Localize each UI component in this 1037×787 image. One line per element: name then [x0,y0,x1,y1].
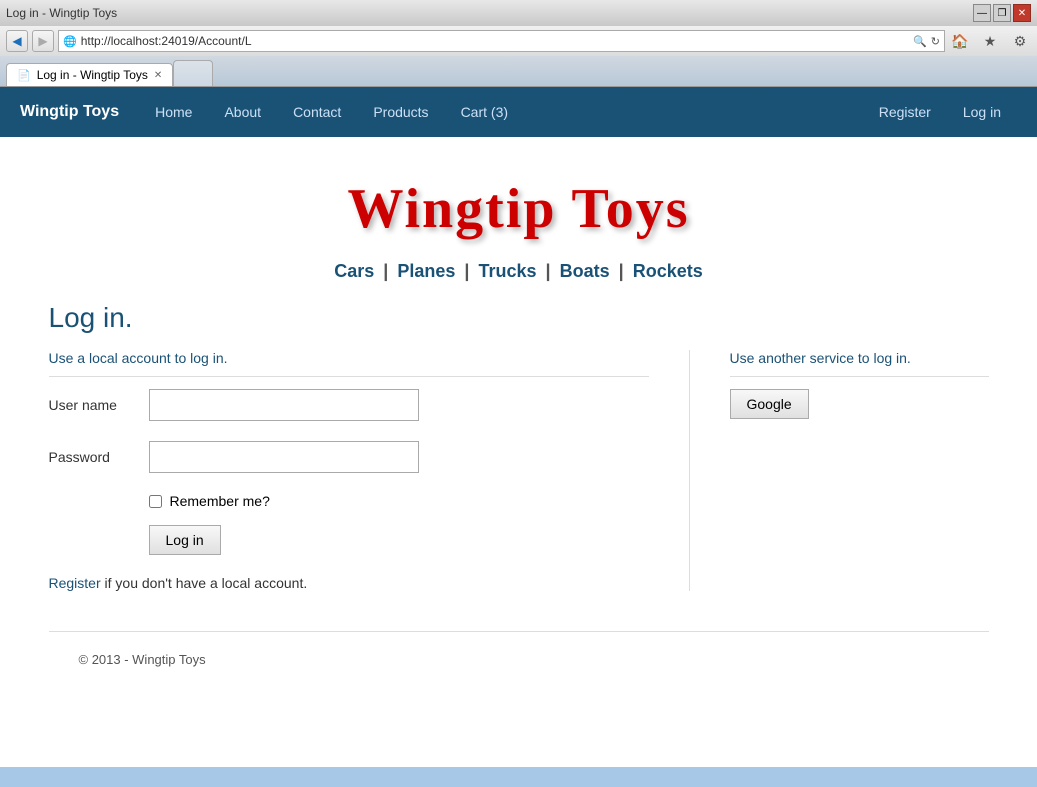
register-link-row: Register if you don't have a local accou… [49,575,649,591]
page-footer: © 2013 - Wingtip Toys [49,631,989,687]
remember-me-row: Remember me? [149,493,649,509]
category-links: Cars | Planes | Trucks | Boats | Rockets [49,251,989,302]
category-trucks-link[interactable]: Trucks [478,261,536,281]
nav-register-link[interactable]: Register [863,87,947,137]
nav-right: Register Log in [863,87,1017,137]
category-cars-link[interactable]: Cars [334,261,374,281]
login-heading: Log in. [49,302,989,334]
footer-text: © 2013 - Wingtip Toys [79,652,206,667]
password-label: Password [49,449,149,465]
username-row: User name [49,389,649,421]
category-planes-link[interactable]: Planes [397,261,455,281]
home-tool-button[interactable]: 🏠 [949,30,971,52]
tab-title: Log in - Wingtip Toys [37,68,148,82]
nav-products-link[interactable]: Products [357,87,444,137]
site-nav: Wingtip Toys Home About Contact Products… [0,87,1037,137]
forward-button[interactable]: ▶ [32,30,54,52]
separator-2: | [464,261,469,281]
address-text: http://localhost:24019/Account/L [81,34,913,48]
browser-chrome: Log in - Wingtip Toys — ❐ ✕ ◀ ▶ 🌐 http:/… [0,0,1037,87]
login-container: Use a local account to log in. User name… [49,350,989,591]
close-button[interactable]: ✕ [1013,4,1031,22]
local-section-heading: Use a local account to log in. [49,350,649,377]
login-right: Use another service to log in. Google [689,350,989,591]
restore-button[interactable]: ❐ [993,4,1011,22]
external-section-heading: Use another service to log in. [730,350,989,377]
title-bar: Log in - Wingtip Toys — ❐ ✕ [0,0,1037,26]
category-rockets-link[interactable]: Rockets [633,261,703,281]
browser-tools: 🏠 ★ ⚙ [949,30,1031,52]
nav-bar: ◀ ▶ 🌐 http://localhost:24019/Account/L 🔍… [0,26,1037,56]
separator-4: | [619,261,624,281]
nav-login-link[interactable]: Log in [947,87,1017,137]
google-login-button[interactable]: Google [730,389,809,419]
login-left: Use a local account to log in. User name… [49,350,649,591]
search-icon: 🔍 [913,35,927,48]
address-icon: 🌐 [63,35,77,48]
active-tab[interactable]: 📄 Log in - Wingtip Toys ✕ [6,63,173,86]
nav-cart-link[interactable]: Cart (3) [445,87,524,137]
address-bar[interactable]: 🌐 http://localhost:24019/Account/L 🔍 ↻ [58,30,945,52]
nav-contact-link[interactable]: Contact [277,87,357,137]
register-suffix: if you don't have a local account. [101,575,308,591]
minimize-button[interactable]: — [973,4,991,22]
tab-bar: 📄 Log in - Wingtip Toys ✕ [0,56,1037,86]
password-row: Password [49,441,649,473]
separator-1: | [383,261,388,281]
username-label: User name [49,397,149,413]
hero-title: Wingtip Toys [49,157,989,251]
brand-link[interactable]: Wingtip Toys [20,103,119,121]
nav-links: Home About Contact Products Cart (3) [139,87,863,137]
nav-about-link[interactable]: About [208,87,277,137]
settings-tool-button[interactable]: ⚙ [1009,30,1031,52]
login-button[interactable]: Log in [149,525,221,555]
main-content: Wingtip Toys Cars | Planes | Trucks | Bo… [19,137,1019,707]
back-button[interactable]: ◀ [6,30,28,52]
remember-me-label: Remember me? [170,493,270,509]
separator-3: | [546,261,551,281]
tab-close-button[interactable]: ✕ [154,70,162,81]
username-input[interactable] [149,389,419,421]
remember-me-checkbox[interactable] [149,495,162,508]
title-bar-controls: — ❐ ✕ [973,4,1031,22]
title-bar-text: Log in - Wingtip Toys [6,6,117,20]
register-link[interactable]: Register [49,575,101,591]
tab-icon: 📄 [17,69,31,82]
favorites-tool-button[interactable]: ★ [979,30,1001,52]
password-input[interactable] [149,441,419,473]
category-boats-link[interactable]: Boats [560,261,610,281]
page-wrapper: Wingtip Toys Home About Contact Products… [0,87,1037,767]
refresh-icon[interactable]: ↻ [931,35,940,48]
nav-home-link[interactable]: Home [139,87,208,137]
new-tab-area[interactable] [173,60,213,86]
